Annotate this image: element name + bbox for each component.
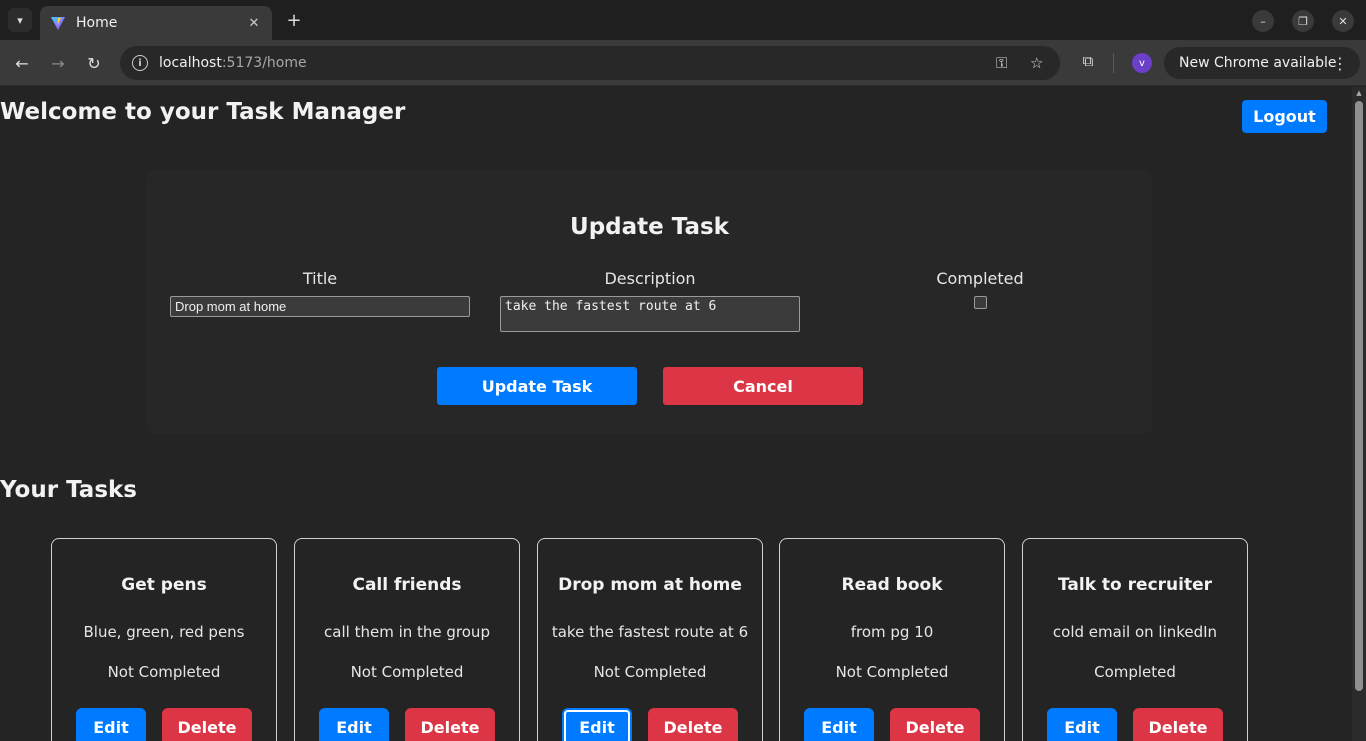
address-bar[interactable]: i localhost:5173/home ⚿ ☆ — [120, 46, 1060, 80]
task-card: Talk to recruiter cold email on linkedIn… — [1022, 538, 1248, 741]
tab-search-chevron-icon[interactable]: ▾ — [8, 8, 32, 32]
edit-button[interactable]: Edit — [804, 708, 874, 741]
page-scrollbar[interactable]: ▲ — [1352, 87, 1366, 741]
browser-toolbar: ← → ↻ i localhost:5173/home ⚿ ☆ — [0, 40, 1366, 86]
task-card: Call friends call them in the group Not … — [294, 538, 520, 741]
bookmark-star-icon[interactable]: ☆ — [1030, 54, 1043, 72]
task-status: Completed — [1094, 663, 1176, 681]
delete-button[interactable]: Delete — [1133, 708, 1223, 741]
update-task-button[interactable]: Update Task — [437, 367, 637, 405]
reload-icon[interactable]: ↻ — [82, 51, 106, 75]
scrollbar-thumb[interactable] — [1355, 101, 1363, 691]
delete-button[interactable]: Delete — [405, 708, 495, 741]
page-title: Welcome to your Task Manager — [0, 99, 406, 125]
task-description: from pg 10 — [850, 623, 934, 641]
form-heading: Update Task — [570, 214, 729, 240]
task-title: Drop mom at home — [558, 575, 742, 595]
tab-close-icon[interactable]: ✕ — [246, 16, 262, 31]
page-content: Welcome to your Task Manager Logout Upda… — [0, 87, 1352, 741]
description-textarea[interactable]: take the fastest route at 6 — [500, 296, 800, 332]
task-title: Read book — [841, 575, 943, 595]
task-status: Not Completed — [350, 663, 464, 681]
title-input[interactable]: Drop mom at home — [170, 296, 470, 317]
task-status: Not Completed — [107, 663, 221, 681]
cancel-button[interactable]: Cancel — [663, 367, 863, 405]
scroll-up-icon[interactable]: ▲ — [1355, 89, 1363, 97]
edit-button[interactable]: Edit — [1047, 708, 1117, 741]
vite-logo-icon — [51, 17, 65, 30]
toolbar-divider — [1113, 53, 1114, 73]
task-description: call them in the group — [324, 623, 490, 641]
task-status: Not Completed — [835, 663, 949, 681]
restore-icon[interactable]: ❐ — [1292, 10, 1314, 32]
logout-button[interactable]: Logout — [1242, 100, 1327, 133]
forward-arrow-icon[interactable]: → — [46, 51, 70, 75]
task-status: Not Completed — [593, 663, 707, 681]
tab-title: Home — [76, 15, 118, 31]
edit-button[interactable]: Edit — [562, 708, 632, 741]
delete-button[interactable]: Delete — [648, 708, 738, 741]
completed-label: Completed — [936, 269, 1024, 288]
chrome-update-label: New Chrome available — [1179, 55, 1337, 71]
edit-button[interactable]: Edit — [76, 708, 146, 741]
completed-checkbox[interactable] — [974, 296, 987, 309]
new-tab-icon[interactable]: + — [282, 8, 306, 32]
profile-avatar[interactable]: v — [1132, 53, 1152, 73]
task-description: cold email on linkedIn — [1052, 623, 1218, 641]
minimize-icon[interactable]: – — [1252, 10, 1274, 32]
task-card: Get pens Blue, green, red pens Not Compl… — [51, 538, 277, 741]
delete-button[interactable]: Delete — [162, 708, 252, 741]
update-task-form: Update Task Title Description Completed … — [147, 170, 1152, 434]
title-label: Title — [302, 269, 338, 288]
task-card: Drop mom at home take the fastest route … — [537, 538, 763, 741]
delete-button[interactable]: Delete — [890, 708, 980, 741]
password-key-icon[interactable]: ⚿ — [996, 54, 1007, 72]
tasks-heading: Your Tasks — [0, 477, 137, 503]
site-info-icon[interactable]: i — [132, 55, 148, 71]
extensions-puzzle-icon[interactable]: ⧉ — [1078, 51, 1098, 71]
edit-button[interactable]: Edit — [319, 708, 389, 741]
back-arrow-icon[interactable]: ← — [10, 51, 34, 75]
task-title: Call friends — [352, 575, 462, 595]
browser-tab-bar: ▾ Home ✕ + – ❐ ✕ — [0, 0, 1366, 40]
task-title: Get pens — [121, 575, 207, 595]
close-window-icon[interactable]: ✕ — [1332, 10, 1354, 32]
url-path: :5173/home — [221, 55, 307, 71]
browser-menu-icon[interactable]: ⋮ — [1332, 54, 1348, 73]
task-description: Blue, green, red pens — [83, 623, 245, 641]
url-host: localhost — [159, 55, 222, 71]
chrome-update-button[interactable]: New Chrome available ⋮ — [1164, 47, 1360, 79]
task-title: Talk to recruiter — [1058, 575, 1212, 595]
task-card: Read book from pg 10 Not Completed Edit … — [779, 538, 1005, 741]
browser-tab[interactable]: Home ✕ — [40, 6, 272, 40]
description-label: Description — [604, 269, 696, 288]
task-description: take the fastest route at 6 — [551, 623, 749, 641]
